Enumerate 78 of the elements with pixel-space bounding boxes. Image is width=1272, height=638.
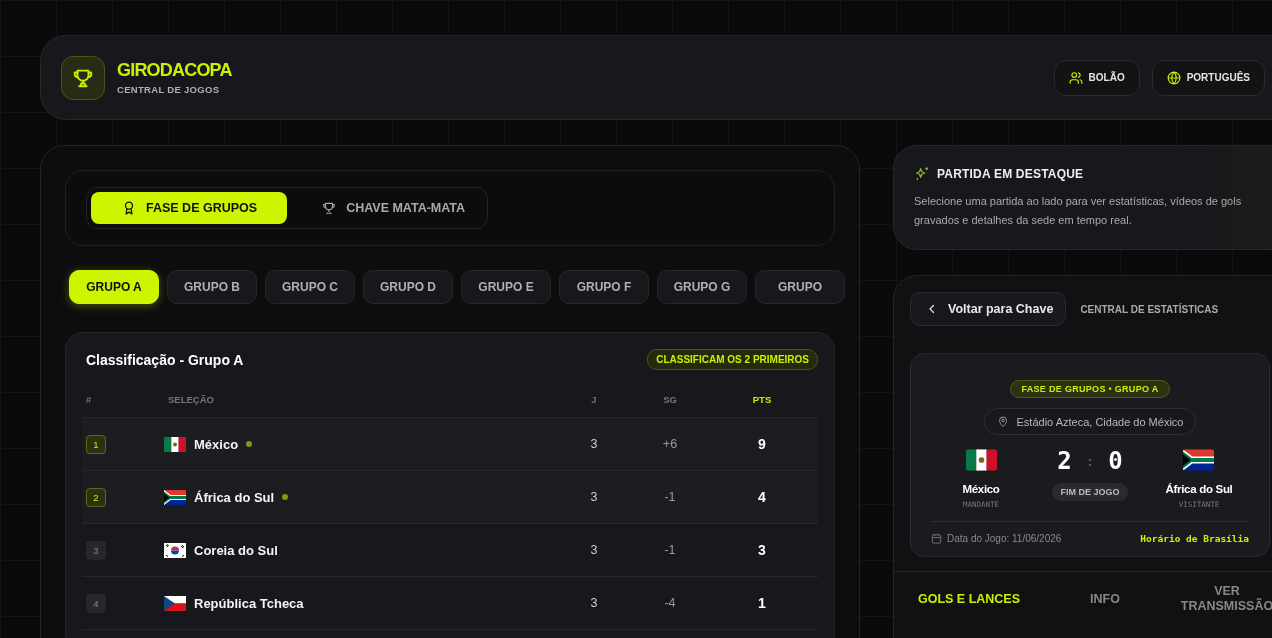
goal-diff-cell-text: -4 [663, 596, 677, 610]
qualified-dot [246, 441, 253, 447]
qualify-badge: CLASSIFICAM OS 2 PRIMEIROS [647, 349, 818, 370]
calendar-icon [931, 533, 942, 544]
team-name: Coreia do Sul [194, 542, 278, 558]
points-cell-text: 1 [757, 595, 767, 611]
away-score: 0 [1108, 447, 1123, 475]
played-cell-text: 3 [589, 490, 599, 504]
group-tab[interactable]: GRUPO B [167, 270, 257, 304]
column-header: SG [662, 394, 678, 405]
stats-title: CENTRAL DE ESTATÍSTICAS [1080, 303, 1219, 315]
flag-icon [164, 542, 186, 558]
flag-icon [1183, 449, 1215, 471]
column-header: SELEÇÃO [167, 394, 215, 405]
group-tab[interactable]: GRUPO D [363, 270, 453, 304]
mode-tab[interactable]: CHAVE MATA-MATA [291, 192, 484, 224]
points-cell-text: 9 [757, 436, 767, 452]
header-button[interactable]: BOLÃO [1053, 59, 1140, 96]
group-tab[interactable]: GRUPO [755, 270, 845, 304]
timezone-label: Horário de Brasília [1140, 533, 1249, 544]
team-row[interactable]: 3 Coreia do Sul 3 -1 3 [82, 524, 818, 577]
points-cell-text: 3 [757, 542, 767, 558]
team-row[interactable]: 2 África do Sul 3 -1 4 [82, 471, 818, 524]
stats-tab[interactable]: INFO [1044, 578, 1166, 620]
rank-badge: 2 [86, 488, 106, 507]
back-button[interactable]: Voltar para Chave [910, 292, 1067, 326]
team-name: República Tcheca [194, 595, 304, 611]
played-cell-text: 3 [589, 596, 599, 610]
column-header: # [85, 394, 93, 405]
team-name: África do Sul [1165, 483, 1233, 495]
trophy-icon [322, 201, 337, 215]
globe-icon [1166, 70, 1181, 85]
group-tab[interactable]: GRUPO A [69, 270, 159, 304]
goal-diff-cell-text: +6 [661, 437, 679, 451]
flag-icon [164, 436, 186, 452]
featured-title: PARTIDA EM DESTAQUE [937, 167, 1084, 181]
match-status: FIM DE JOGO [1052, 483, 1128, 501]
group-tab[interactable]: GRUPO G [657, 270, 747, 304]
team-name: México [194, 436, 239, 452]
column-header: J [590, 394, 598, 405]
app-subtitle: CENTRAL DE JOGOS [117, 84, 221, 95]
rank-badge: 4 [86, 594, 106, 613]
team-name: México [962, 483, 1000, 495]
goal-diff-cell-text: -1 [663, 490, 677, 504]
played-cell-text: 3 [589, 437, 599, 451]
played-cell-text: 3 [589, 543, 599, 557]
column-header: PTS [751, 394, 773, 405]
stage-badge: FASE DE GRUPOS • GRUPO A [1010, 380, 1170, 398]
flag-icon [164, 489, 186, 505]
goal-diff-cell-text: -1 [663, 543, 677, 557]
home-score: 2 [1057, 447, 1072, 475]
rank-badge: 3 [86, 541, 106, 560]
users-icon [1068, 70, 1083, 85]
sparkles-icon [914, 166, 930, 182]
header-button[interactable]: PORTUGUÊS [1151, 59, 1265, 96]
stats-tab[interactable]: GOLS E LANCES [894, 578, 1044, 620]
location-pin-icon [996, 415, 1009, 428]
stats-tab[interactable]: VER TRANSMISSÃO [1166, 578, 1272, 620]
group-tab[interactable]: GRUPO E [461, 270, 551, 304]
standings-title: Classificação - Grupo A [86, 351, 244, 368]
rank-badge: 1 [86, 435, 106, 454]
team-row[interactable]: 4 República Tcheca 3 -4 1 [82, 577, 818, 630]
team-row[interactable]: 1 México 3 +6 9 [82, 418, 818, 471]
venue-pill: Estádio Azteca, Cidade do México [983, 408, 1197, 435]
points-cell-text: 4 [757, 489, 767, 505]
flag-icon [965, 449, 997, 471]
group-tab[interactable]: GRUPO C [265, 270, 355, 304]
match-date: Data do Jogo: 11/06/2026 [931, 533, 1062, 544]
mode-tab[interactable]: FASE DE GRUPOS [91, 192, 288, 224]
group-tab[interactable]: GRUPO F [559, 270, 649, 304]
featured-description: Selecione uma partida ao lado para ver estatísticas, vídeos de gols gravados e detalhes da sede em tempo real. [914, 194, 1243, 228]
team-name: África do Sul [194, 489, 275, 505]
trophy-logo-icon [61, 55, 105, 100]
app-title: GIRODACOPA [117, 60, 232, 81]
ribbon-icon [122, 201, 136, 215]
qualified-dot [282, 494, 289, 500]
flag-icon [164, 595, 186, 611]
score-separator: : [1085, 453, 1095, 469]
